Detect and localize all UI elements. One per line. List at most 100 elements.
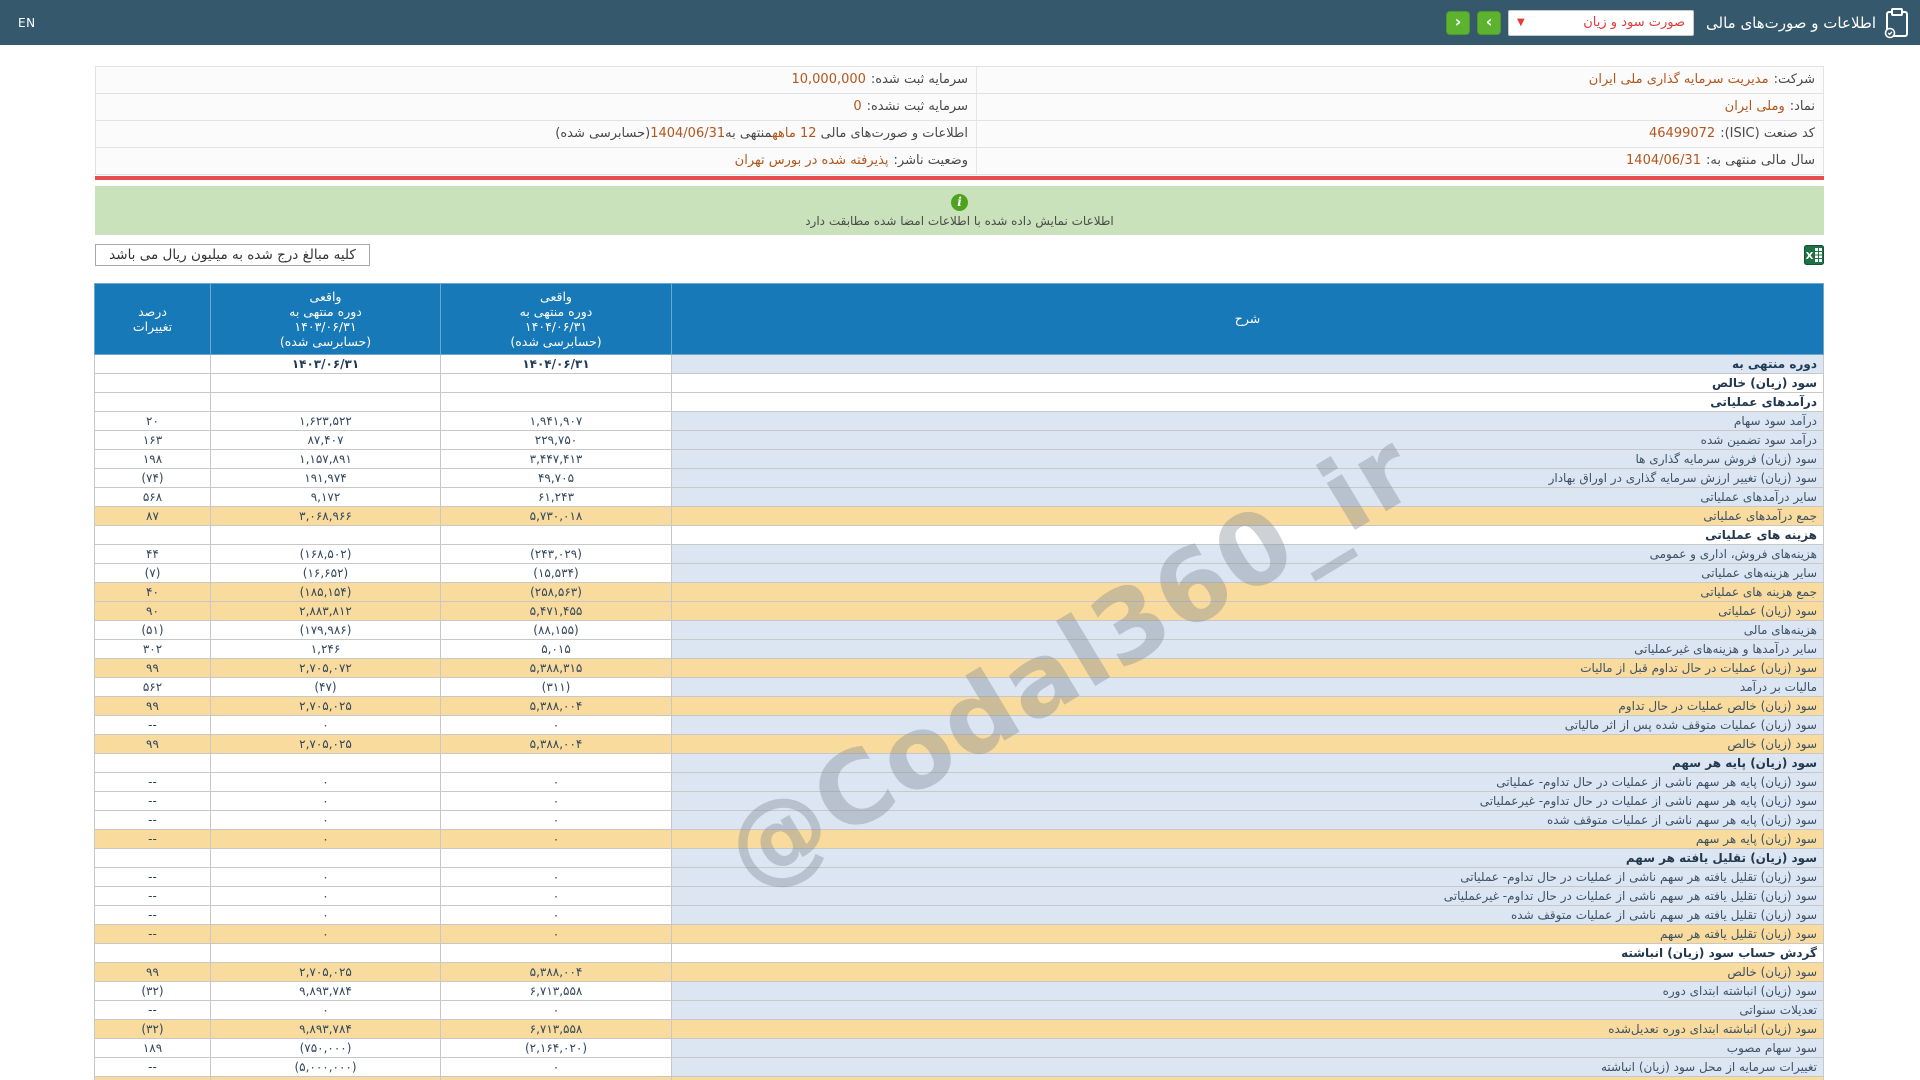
statement-row: سود (زیان) تقلیل یافته هر سهم ناشی از عم… [95, 905, 1824, 924]
value-1404: ۰ [441, 791, 672, 810]
percent-change: (۳۲) [95, 981, 211, 1000]
row-label: سود (زیان) تقلیل یافته هر سهم ناشی از عم… [672, 886, 1824, 905]
row-label: سایر درآمدها و هزینه‌های غیرعملیاتی [672, 639, 1824, 658]
row-label: تعدیلات سنواتی [672, 1000, 1824, 1019]
percent-change: ۹۰ [95, 601, 211, 620]
percent-change: ۳۰۲ [95, 639, 211, 658]
topbar: اطلاعات و صورت‌های مالی صورت سود و زیان … [0, 0, 1920, 45]
info-row: شرکت:مدیریت سرمایه گذاری ملی ایران سرمای… [96, 67, 1823, 94]
percent-change: ۴۴ [95, 544, 211, 563]
row-label: سایر درآمدهای عملیاتی [672, 487, 1824, 506]
statement-row: سود (زیان) عملیات در حال تداوم قبل از ما… [95, 658, 1824, 677]
value-1404 [441, 848, 672, 867]
value-1403: ۹,۸۹۳,۷۸۴ [211, 981, 441, 1000]
percent-change [95, 943, 211, 962]
value-1404: ۵,۰۱۵ [441, 639, 672, 658]
statement-row: سود (زیان) تقلیل یافته هر سهم ناشی از عم… [95, 886, 1824, 905]
row-label: سود سهام مصوب [672, 1038, 1824, 1057]
row-label: مالیات بر درآمد [672, 677, 1824, 696]
value-1403: (۱۶,۶۵۲) [211, 563, 441, 582]
next-statement-button[interactable]: › [1477, 11, 1501, 35]
value-1404: (۱۵,۵۳۴) [441, 563, 672, 582]
value-1404: ۶,۷۱۳,۵۵۸ [441, 981, 672, 1000]
row-label: سود (زیان) انباشته ابتدای دوره تعدیل‌شده [672, 1019, 1824, 1038]
value-1404: ۵,۴۷۱,۴۵۵ [441, 601, 672, 620]
value-1403 [211, 753, 441, 772]
language-switch-en[interactable]: EN [18, 16, 36, 30]
prev-statement-button[interactable]: ‹ [1446, 11, 1470, 35]
value-1404 [441, 392, 672, 411]
value-1404: ۲۲۹,۷۵۰ [441, 430, 672, 449]
section-row: سود (زیان) تقلیل یافته هر سهم [95, 848, 1824, 867]
value-1403: ۰ [211, 886, 441, 905]
value-1404: ۵,۷۳۰,۰۱۸ [441, 506, 672, 525]
unit-row: X کلیه مبالغ درج شده به میلیون ریال می ب… [95, 243, 1824, 267]
value-1404: ۱,۹۴۱,۹۰۷ [441, 411, 672, 430]
value-1404: ۰ [441, 1057, 672, 1076]
statement-row: سود (زیان) انباشته ابتدای دوره تخصیص نیا… [95, 1076, 1824, 1080]
percent-change: ۸۷ [95, 506, 211, 525]
report-type-select[interactable]: صورت سود و زیان ▼ [1508, 10, 1694, 36]
statement-row: سود (زیان) پایه هر سهم ناشی از عملیات در… [95, 772, 1824, 791]
value-1404: ۰ [441, 829, 672, 848]
value-1404: ۵,۳۸۸,۰۰۴ [441, 734, 672, 753]
value-1403: ۹,۸۹۳,۷۸۴ [211, 1019, 441, 1038]
value-1404 [441, 753, 672, 772]
statement-row: تغییرات سرمایه از محل سود (زیان) انباشته… [95, 1057, 1824, 1076]
section-row: گردش حساب سود (زیان) انباشته [95, 943, 1824, 962]
value-1403: ۲,۸۸۳,۸۱۲ [211, 601, 441, 620]
percent-change: ۵۶۸ [95, 487, 211, 506]
row-label: گردش حساب سود (زیان) انباشته [672, 943, 1824, 962]
unregistered-capital-label: سرمایه ثبت نشده: [867, 99, 968, 114]
percent-change: ۹۹ [95, 962, 211, 981]
report-type-value: صورت سود و زیان [1583, 15, 1685, 30]
value-1404: ۶۱,۲۴۳ [441, 487, 672, 506]
value-1403: ۱۴۰۳/۰۶/۳۱ [211, 354, 441, 373]
unregistered-capital-value: 0 [853, 99, 861, 114]
value-1403: ۴,۱۴۳,۷۸۴ [211, 1076, 441, 1080]
value-1403: ۲,۷۰۵,۰۷۲ [211, 658, 441, 677]
row-label: سود (زیان) پایه هر سهم [672, 753, 1824, 772]
value-1404: ۰ [441, 924, 672, 943]
col-header-actual-1404: واقعی دوره منتهی به ۱۴۰۴/۰۶/۳۱ (حسابرسی … [441, 283, 672, 354]
statement-row: سود (زیان) خالص۵,۳۸۸,۰۰۴۲,۷۰۵,۰۲۵۹۹ [95, 962, 1824, 981]
row-label: سود (زیان) خالص [672, 962, 1824, 981]
value-1403: ۰ [211, 867, 441, 886]
value-1403: ۰ [211, 715, 441, 734]
percent-change [95, 392, 211, 411]
info-icon: i [951, 194, 968, 211]
excel-export-button[interactable]: X [1804, 245, 1824, 265]
value-1403: ۱۹۱,۹۷۴ [211, 468, 441, 487]
row-label: درآمد سود تضمین شده [672, 430, 1824, 449]
value-1404: ۴۹,۷۰۵ [441, 468, 672, 487]
percent-change: ۹۹ [95, 658, 211, 677]
chevron-right-icon: › [1486, 14, 1493, 30]
value-1404: (۸۸,۱۵۵) [441, 620, 672, 639]
value-1403: (۷۵۰,۰۰۰) [211, 1038, 441, 1057]
statement-row: سود (زیان) عملیاتی۵,۴۷۱,۴۵۵۲,۸۸۳,۸۱۲۹۰ [95, 601, 1824, 620]
statement-row: تعدیلات سنواتی۰۰-- [95, 1000, 1824, 1019]
fiscal-year-value: 1404/06/31 [1626, 153, 1701, 168]
row-label: سود (زیان) عملیات متوقف شده پس از اثر ما… [672, 715, 1824, 734]
issuer-status-label: وضعیت ناشر: [894, 153, 968, 168]
percent-change: -- [95, 905, 211, 924]
value-1404: ۰ [441, 867, 672, 886]
statement-row: دوره منتهی به۱۴۰۴/۰۶/۳۱۱۴۰۳/۰۶/۳۱ [95, 354, 1824, 373]
value-1404: (۲۵۸,۵۶۳) [441, 582, 672, 601]
row-label: سود (زیان) پایه هر سهم ناشی از عملیات مت… [672, 810, 1824, 829]
svg-text:X: X [1806, 251, 1814, 262]
info-row: کد صنعت (ISIC):46499072 اطلاعات و صورت‌ه… [96, 121, 1823, 148]
info-row: سال مالی منتهی به:1404/06/31 وضعیت ناشر:… [96, 148, 1823, 175]
value-1403: ۲,۷۰۵,۰۲۵ [211, 962, 441, 981]
signed-info-notice: i اطلاعات نمایش داده شده با اطلاعات امضا… [95, 186, 1824, 235]
percent-change: (۷۴) [95, 468, 211, 487]
statement-row: سایر هزینه‌های عملیاتی(۱۵,۵۳۴)(۱۶,۶۵۲)(۷… [95, 563, 1824, 582]
statement-row: جمع درآمدهای عملیاتی۵,۷۳۰,۰۱۸۳,۰۶۸,۹۶۶۸۷ [95, 506, 1824, 525]
notice-text: اطلاعات نمایش داده شده با اطلاعات امضا ش… [95, 214, 1824, 228]
percent-change: ۹۹ [95, 696, 211, 715]
percent-change [95, 354, 211, 373]
value-1404: ۴,۵۴۹,۵۳۸ [441, 1076, 672, 1080]
value-1403: (۴۷) [211, 677, 441, 696]
row-label: سود (زیان) تقلیل یافته هر سهم ناشی از عم… [672, 867, 1824, 886]
value-1403: ۰ [211, 924, 441, 943]
